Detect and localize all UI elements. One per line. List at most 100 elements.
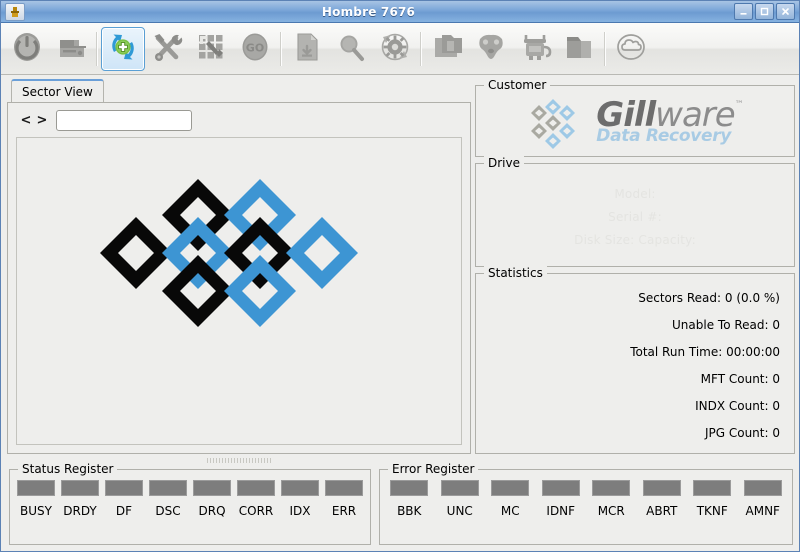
gillware-logo-mark (531, 99, 576, 149)
toolbar-separator (420, 31, 422, 66)
blocks-icon (193, 29, 229, 69)
status-register-flags: BUSY DRDY DF DSC DRQ CORR IDX ERR (10, 480, 370, 542)
tab-sector-view-label: Sector View (22, 85, 93, 99)
error-label-bbk: BBK (397, 504, 422, 518)
status-flag-busy: BUSY (17, 480, 55, 518)
sector-map-canvas[interactable] (16, 137, 462, 445)
stat-indx-count: INDX Count: 0 (695, 399, 780, 414)
status-led-dsc (149, 480, 187, 496)
power-button[interactable] (5, 27, 49, 71)
status-led-df (105, 480, 143, 496)
drive-serial-line: Serial #: (608, 210, 662, 224)
error-label-amnf: AMNF (745, 504, 780, 518)
error-led-abrt (642, 480, 681, 496)
next-sector-button[interactable]: > (34, 113, 50, 128)
error-flag-abrt: ABRT (642, 480, 681, 518)
sector-map-diamonds (100, 179, 358, 327)
main-toolbar: GO (1, 23, 799, 75)
tab-sector-view[interactable]: Sector View (11, 79, 104, 103)
status-register-panel: Status Register BUSY DRDY DF DSC DRQ COR… (9, 462, 371, 545)
error-label-tknf: TKNF (696, 504, 728, 518)
search-button[interactable] (329, 27, 373, 71)
window-title: Hombre 7676 (321, 4, 416, 19)
error-label-unc: UNC (446, 504, 473, 518)
tools-button[interactable] (145, 27, 189, 71)
close-button[interactable] (776, 3, 795, 20)
status-led-err (325, 480, 363, 496)
copy-files-button[interactable] (425, 27, 469, 71)
toolbar-separator (96, 31, 98, 66)
folder-icon (561, 29, 597, 69)
stat-jpg-count: JPG Count: 0 (704, 426, 780, 441)
status-flag-df: DF (105, 480, 143, 518)
cloud-button[interactable] (609, 27, 653, 71)
prev-sector-button[interactable]: < (18, 113, 34, 128)
status-label-idx: IDX (289, 504, 311, 518)
mask-icon (473, 29, 509, 69)
error-flag-amnf: AMNF (743, 480, 782, 518)
sector-view-panel: < > (7, 102, 471, 454)
gear-icon (377, 29, 413, 69)
application-window: Hombre 7676 GO Sector View < > Customer … (0, 0, 800, 552)
error-label-mcr: MCR (597, 504, 625, 518)
folder-button[interactable] (557, 27, 601, 71)
go-icon: GO (237, 29, 273, 69)
error-flag-mc: MC (491, 480, 530, 518)
window-titlebar[interactable]: Hombre 7676 (1, 1, 799, 23)
settings-button[interactable] (373, 27, 417, 71)
status-label-drdy: DRDY (63, 504, 97, 518)
drive-info-list: Model: Serial #: Disk Size: Capacity: (476, 172, 794, 262)
drive-eject-button[interactable] (49, 27, 93, 71)
window-controls (734, 3, 795, 20)
mask-button[interactable] (469, 27, 513, 71)
file-icon (289, 29, 325, 69)
blocks-button[interactable] (189, 27, 233, 71)
status-led-busy (17, 480, 55, 496)
error-label-idnf: IDNF (546, 504, 576, 518)
minimize-button[interactable] (734, 3, 753, 20)
error-led-bbk (390, 480, 429, 496)
drive-icon (53, 29, 89, 69)
status-flag-err: ERR (325, 480, 363, 518)
status-label-dsc: DSC (155, 504, 181, 518)
refresh-scan-button[interactable] (101, 26, 145, 71)
status-label-busy: BUSY (20, 504, 52, 518)
sector-number-input[interactable] (56, 109, 192, 131)
stat-unable-to-read: Unable To Read: 0 (672, 317, 780, 332)
gillware-logo: Gill ware ™ Data Recovery (476, 86, 794, 156)
status-led-idx (281, 480, 319, 496)
magnifier-icon (333, 29, 369, 69)
status-flag-corr: CORR (237, 480, 275, 518)
power-icon (9, 29, 45, 69)
logo-tagline: Data Recovery (596, 125, 732, 146)
status-led-drdy (61, 480, 99, 496)
new-file-button[interactable] (285, 27, 329, 71)
status-led-drq (193, 480, 231, 496)
maximize-button[interactable] (755, 3, 774, 20)
stat-mft-count: MFT Count: 0 (700, 372, 780, 387)
statistics-panel: Statistics Sectors Read: 0 (0.0 %) Unabl… (475, 266, 795, 454)
error-flag-tknf: TKNF (693, 480, 732, 518)
customer-panel: Customer Gill ware ™ Data Recovery (475, 78, 795, 157)
status-label-corr: CORR (238, 504, 274, 518)
error-led-mc (491, 480, 530, 496)
error-label-abrt: ABRT (646, 504, 678, 518)
stat-sectors-read: Sectors Read: 0 (0.0 %) (638, 290, 780, 305)
robot-button[interactable] (513, 27, 557, 71)
statistics-list: Sectors Read: 0 (0.0 %) Unable To Read: … (476, 284, 780, 447)
status-label-df: DF (115, 504, 133, 518)
status-flag-drdy: DRDY (61, 480, 99, 518)
toolbar-separator (604, 31, 606, 66)
cloud-icon (613, 29, 649, 69)
go-button[interactable]: GO (233, 27, 277, 71)
error-flag-bbk: BBK (390, 480, 429, 518)
error-flag-idnf: IDNF (541, 480, 580, 518)
error-led-mcr (592, 480, 631, 496)
status-flag-drq: DRQ (193, 480, 231, 518)
error-flag-mcr: MCR (592, 480, 631, 518)
tabstrip: Sector View (7, 79, 471, 103)
error-flag-unc: UNC (440, 480, 479, 518)
logo-trademark: ™ (734, 99, 744, 110)
error-register-flags: BBK UNC MC IDNF MCR ABRT TKNF AMNF (380, 480, 792, 542)
refresh-plus-icon (105, 29, 141, 69)
